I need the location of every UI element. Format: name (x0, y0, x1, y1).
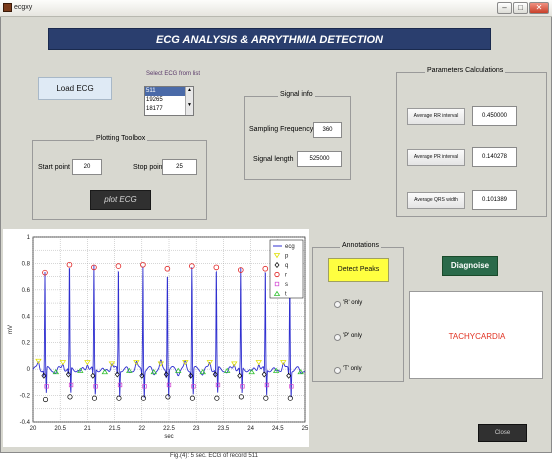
scroll-down-icon[interactable]: ▼ (186, 102, 193, 108)
minimize-button[interactable]: – (497, 2, 512, 14)
y-tick-label: 0.2 (22, 341, 31, 347)
y-tick-label: 0.6 (22, 288, 31, 294)
diagnosis-result-box: TACHYCARDIA (409, 291, 543, 379)
y-tick-label: 0.4 (22, 314, 31, 320)
x-tick-label: 24.5 (272, 426, 284, 432)
legend-label: ecg (285, 244, 295, 250)
x-tick-label: 25 (302, 426, 309, 432)
diagnosis-result-text: TACHYCARDIA (448, 332, 506, 341)
start-point-label: Start point (38, 164, 70, 171)
plot-ecg-button[interactable]: plot ECG (90, 190, 151, 210)
scroll-up-icon[interactable]: ▲ (186, 87, 193, 93)
load-ecg-button[interactable]: Load ECG (38, 77, 112, 100)
ecg-record-listbox[interactable]: 511 19265 18177 ▲ ▼ (144, 86, 194, 116)
maximize-button[interactable]: □ (513, 2, 528, 14)
y-tick-label: 1 (27, 235, 31, 241)
x-tick-label: 21.5 (109, 426, 121, 432)
t-only-label: 'T' only (343, 366, 362, 372)
app-banner: ECG ANALYSIS & ARRYTHMIA DETECTION (48, 28, 491, 50)
detect-peaks-button[interactable]: Detect Peaks (328, 258, 389, 282)
signal-length-field[interactable]: 525000 (297, 151, 342, 167)
avg-rr-interval-field[interactable]: 0.450000 (472, 106, 517, 126)
listbox-scrollbar[interactable]: ▲ ▼ (185, 87, 193, 115)
window-title: ecgxy (14, 4, 33, 11)
avg-pr-interval-field[interactable]: 0.140278 (472, 147, 517, 167)
stop-point-label: Stop point (133, 164, 165, 171)
x-tick-label: 23.5 (218, 426, 230, 432)
x-tick-label: 23 (193, 426, 200, 432)
x-tick-label: 20.5 (54, 426, 66, 432)
title-bar: ecgxy – □ ✕ (0, 0, 552, 17)
select-ecg-label: Select ECG from list (146, 71, 201, 77)
figure-caption: Fig.(4): 5 sec. ECG of record 511 (170, 453, 258, 459)
p-only-label: 'P' only (343, 333, 362, 339)
close-button[interactable]: Close (478, 424, 527, 442)
p-only-radio[interactable] (334, 334, 341, 341)
r-only-radio[interactable] (334, 301, 341, 308)
r-only-label: 'R' only (343, 300, 363, 306)
y-axis-label: mV (8, 325, 14, 334)
x-tick-label: 20 (30, 426, 37, 432)
plotting-toolbox-title: Plotting Toolbox (94, 135, 148, 142)
legend-label: r (285, 273, 287, 279)
y-tick-label: -0.4 (20, 420, 31, 426)
list-item[interactable]: 19265 (145, 96, 185, 105)
diagnose-button[interactable]: Diagnoise (442, 256, 498, 276)
list-item[interactable]: 511 (145, 87, 185, 96)
matlab-figure-icon (3, 3, 12, 12)
signal-info-panel (244, 96, 351, 180)
list-item[interactable]: 18177 (145, 105, 185, 114)
close-window-button[interactable]: ✕ (529, 2, 549, 14)
x-tick-label: 21 (84, 426, 91, 432)
avg-qrs-width-field[interactable]: 0.101389 (472, 190, 517, 210)
avg-qrs-width-button[interactable]: Average QRS width (407, 192, 465, 209)
signal-info-title: Signal info (278, 91, 315, 98)
y-tick-label: -0.2 (20, 394, 31, 400)
y-tick-label: 0.8 (22, 261, 31, 267)
start-point-field[interactable]: 20 (72, 159, 102, 175)
t-only-radio[interactable] (334, 367, 341, 374)
sampling-frequency-field[interactable]: 360 (313, 122, 342, 138)
annotations-title: Annotations (340, 242, 381, 249)
legend-label: q (285, 263, 288, 269)
avg-pr-interval-button[interactable]: Average PR interval (407, 149, 465, 166)
signal-length-label: Signal length (253, 156, 294, 163)
avg-rr-interval-button[interactable]: Average RR interval (407, 108, 465, 125)
x-axis-label: sec (164, 434, 173, 440)
x-tick-label: 22.5 (163, 426, 175, 432)
stop-point-field[interactable]: 25 (162, 159, 197, 175)
ecg-plot-frame: 20 20.5 21 21.5 22 22.5 23 23.5 24 24.5 25 -0.4 -0.2… (3, 229, 309, 447)
y-tick-label: 0 (27, 367, 31, 373)
x-tick-label: 22 (138, 426, 145, 432)
parameters-title: Parameters Calculations (425, 67, 506, 74)
sampling-frequency-label: Sampling Frequency (249, 126, 314, 133)
x-tick-label: 24 (247, 426, 254, 432)
ecg-chart[interactable]: 20 20.5 21 21.5 22 22.5 23 23.5 24 24.5 25 -0.4 -0.2… (3, 229, 309, 447)
legend-label: s (285, 282, 288, 288)
